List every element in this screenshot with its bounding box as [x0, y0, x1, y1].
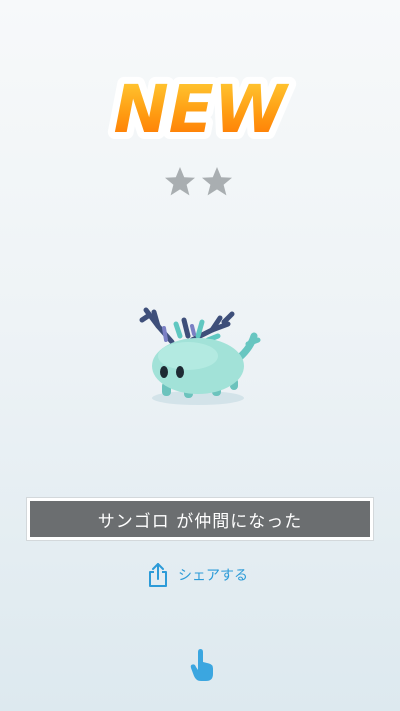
- coral-creature-icon: [139, 307, 261, 405]
- tap-hand-icon: [190, 649, 213, 681]
- star-icon: [165, 167, 195, 196]
- share-button[interactable]: シェアする: [146, 560, 248, 590]
- star-icon: [202, 167, 232, 196]
- message-text: サンゴロ が仲間になった: [97, 511, 303, 532]
- new-badge-text: NEW: [113, 71, 289, 148]
- share-icon: [149, 563, 167, 587]
- rarity-stars: [165, 167, 232, 196]
- share-label: シェアする: [178, 568, 248, 584]
- message-banner: サンゴロ が仲間になった: [26, 497, 374, 541]
- new-badge: NEW NEW: [106, 64, 296, 150]
